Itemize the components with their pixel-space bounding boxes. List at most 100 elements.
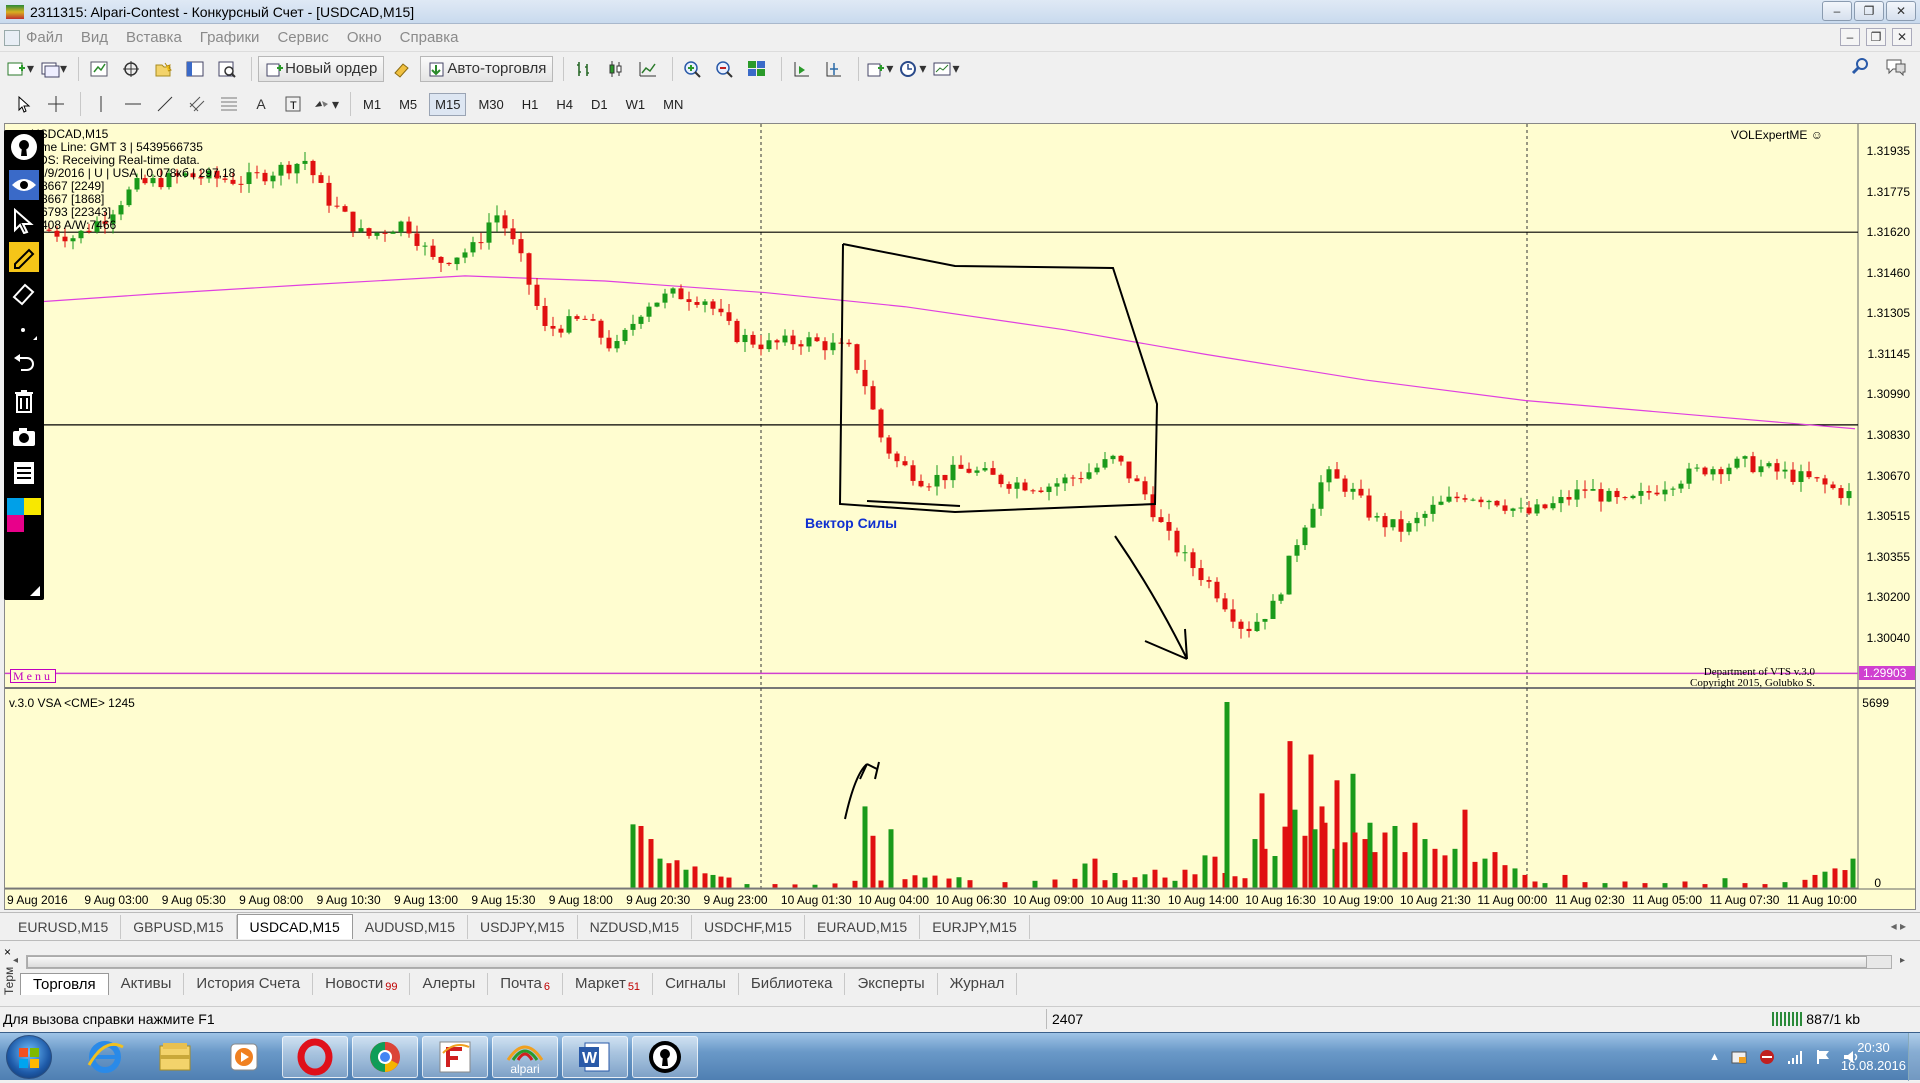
menu-view[interactable]: Вид <box>81 29 108 46</box>
timeframe-h1[interactable]: H1 <box>516 93 545 116</box>
text-tool[interactable]: A <box>247 91 275 117</box>
menu-insert[interactable]: Вставка <box>126 29 182 46</box>
scrollbar-thumb[interactable] <box>27 956 1867 968</box>
new-chart-button[interactable]: ▾ <box>6 56 35 82</box>
strategy-tester-button[interactable] <box>213 56 241 82</box>
color-swatch-magenta[interactable] <box>7 515 24 532</box>
vertical-line-tool[interactable] <box>87 91 115 117</box>
periods-button[interactable]: ▾ <box>898 56 927 82</box>
menu-window[interactable]: Окно <box>347 29 382 46</box>
fibonacci-tool[interactable] <box>215 91 243 117</box>
new-order-button[interactable]: Новый ордер <box>258 55 385 82</box>
taskbar-word[interactable]: W <box>562 1036 628 1078</box>
eye-icon[interactable] <box>9 170 39 200</box>
timeframe-d1[interactable]: D1 <box>585 93 614 116</box>
chat-icon[interactable] <box>1884 56 1908 79</box>
text-label-tool[interactable]: T <box>279 91 307 117</box>
network-icon[interactable] <box>1786 1048 1804 1066</box>
menu-charts[interactable]: Графики <box>200 29 260 46</box>
tile-windows-button[interactable] <box>743 56 771 82</box>
market-watch-button[interactable] <box>85 56 113 82</box>
zoom-out-button[interactable] <box>711 56 739 82</box>
metaeditor-button[interactable] <box>388 56 416 82</box>
taskbar-media-player[interactable] <box>212 1036 278 1078</box>
timeframe-h4[interactable]: H4 <box>550 93 579 116</box>
terminal-tab-journal[interactable]: Журнал <box>938 973 1018 995</box>
search-icon[interactable] <box>1850 56 1870 79</box>
cursor-tool[interactable] <box>10 91 38 117</box>
autoscroll-button[interactable] <box>788 56 816 82</box>
arrows-tool[interactable]: ▾ <box>311 91 340 117</box>
dot-icon[interactable] <box>9 314 39 344</box>
camera-icon[interactable] <box>9 422 39 452</box>
data-window-button[interactable] <box>117 56 145 82</box>
mdi-close-button[interactable]: ✕ <box>1892 28 1912 46</box>
bar-chart-button[interactable] <box>570 56 598 82</box>
timeframe-w1[interactable]: W1 <box>620 93 652 116</box>
chart-tab-usdchf[interactable]: USDCHF,M15 <box>692 915 805 939</box>
show-desktop-button[interactable] <box>1908 1033 1920 1081</box>
terminal-tab-experts[interactable]: Эксперты <box>845 973 938 995</box>
timeframe-mn[interactable]: MN <box>657 93 689 116</box>
candlestick-button[interactable] <box>602 56 630 82</box>
indicators-button[interactable]: ▾ <box>865 56 894 82</box>
terminal-button[interactable] <box>181 56 209 82</box>
tray-app-icon[interactable] <box>1730 1048 1748 1066</box>
color-palette[interactable] <box>7 498 41 532</box>
terminal-tab-alerts[interactable]: Алерты <box>410 973 489 995</box>
taskbar-keyhole-app[interactable] <box>632 1036 698 1078</box>
terminal-tab-news[interactable]: Новости 99 <box>313 973 411 995</box>
menu-file[interactable]: Файл <box>4 29 63 46</box>
indicator-menu-button[interactable]: Menu <box>10 669 56 683</box>
templates-button[interactable]: ▾ <box>931 56 960 82</box>
notes-icon[interactable] <box>9 458 39 488</box>
terminal-tab-library[interactable]: Библиотека <box>739 973 846 995</box>
tab-scroll-arrows[interactable]: ◂ ▸ <box>1891 919 1906 933</box>
panel-resize-icon[interactable] <box>30 586 40 596</box>
eraser-icon[interactable] <box>9 278 39 308</box>
start-button[interactable] <box>6 1035 52 1079</box>
trendline-tool[interactable] <box>151 91 179 117</box>
crosshair-tool[interactable] <box>42 91 70 117</box>
mdi-restore-button[interactable]: ❐ <box>1866 28 1886 46</box>
minimize-button[interactable]: ‒ <box>1822 1 1852 21</box>
taskbar-ie[interactable] <box>72 1036 138 1078</box>
chart-tab-euraud[interactable]: EURAUD,M15 <box>805 915 921 939</box>
timeframe-m1[interactable]: M1 <box>357 93 387 116</box>
terminal-close-button[interactable]: × <box>4 945 11 959</box>
chart-tab-usdcad[interactable]: USDCAD,M15 <box>236 914 353 939</box>
close-button[interactable]: ✕ <box>1886 1 1916 21</box>
chart-tab-nzdusd[interactable]: NZDUSD,M15 <box>578 915 693 939</box>
color-swatch-yellow[interactable] <box>24 498 41 515</box>
terminal-tab-market[interactable]: Маркет 51 <box>563 973 654 995</box>
terminal-tab-trade[interactable]: Торговля <box>20 973 109 995</box>
chart-tab-gbpusd[interactable]: GBPUSD,M15 <box>121 915 237 939</box>
undo-icon[interactable] <box>9 350 39 380</box>
price-chart[interactable] <box>5 124 1915 909</box>
scroll-left-icon[interactable]: ◂ <box>13 955 18 966</box>
chart-window[interactable]: USDCAD,M15 Time Line: GMT 3 | 5439566735… <box>4 123 1916 910</box>
timeframe-m15[interactable]: M15 <box>429 92 467 116</box>
chart-tab-eurusd[interactable]: EURUSD,M15 <box>6 915 122 939</box>
scroll-right-icon[interactable]: ▸ <box>1900 955 1905 966</box>
mdi-minimize-button[interactable]: ‒ <box>1840 28 1860 46</box>
menu-tools[interactable]: Сервис <box>277 29 328 46</box>
horizontal-scrollbar[interactable]: ◂ ▸ <box>13 955 1905 969</box>
trash-icon[interactable] <box>9 386 39 416</box>
horizontal-line-tool[interactable] <box>119 91 147 117</box>
auto-trading-button[interactable]: Авто-торговля <box>420 55 554 82</box>
taskbar-alpari[interactable]: alpari <box>492 1036 558 1078</box>
tray-network-app-icon[interactable] <box>1758 1048 1776 1066</box>
chart-tab-usdjpy[interactable]: USDJPY,M15 <box>468 915 578 939</box>
line-chart-button[interactable] <box>634 56 662 82</box>
timeframe-m30[interactable]: M30 <box>472 93 509 116</box>
taskbar-f-app[interactable] <box>422 1036 488 1078</box>
flag-icon[interactable] <box>1814 1048 1832 1066</box>
terminal-tab-assets[interactable]: Активы <box>109 973 185 995</box>
terminal-tab-history[interactable]: История Счета <box>184 973 314 995</box>
zoom-in-button[interactable] <box>679 56 707 82</box>
arrow-cursor-icon[interactable] <box>9 206 39 236</box>
chart-shift-button[interactable] <box>820 56 848 82</box>
maximize-button[interactable]: ❐ <box>1854 1 1884 21</box>
chart-tab-eurjpy[interactable]: EURJPY,M15 <box>920 915 1030 939</box>
